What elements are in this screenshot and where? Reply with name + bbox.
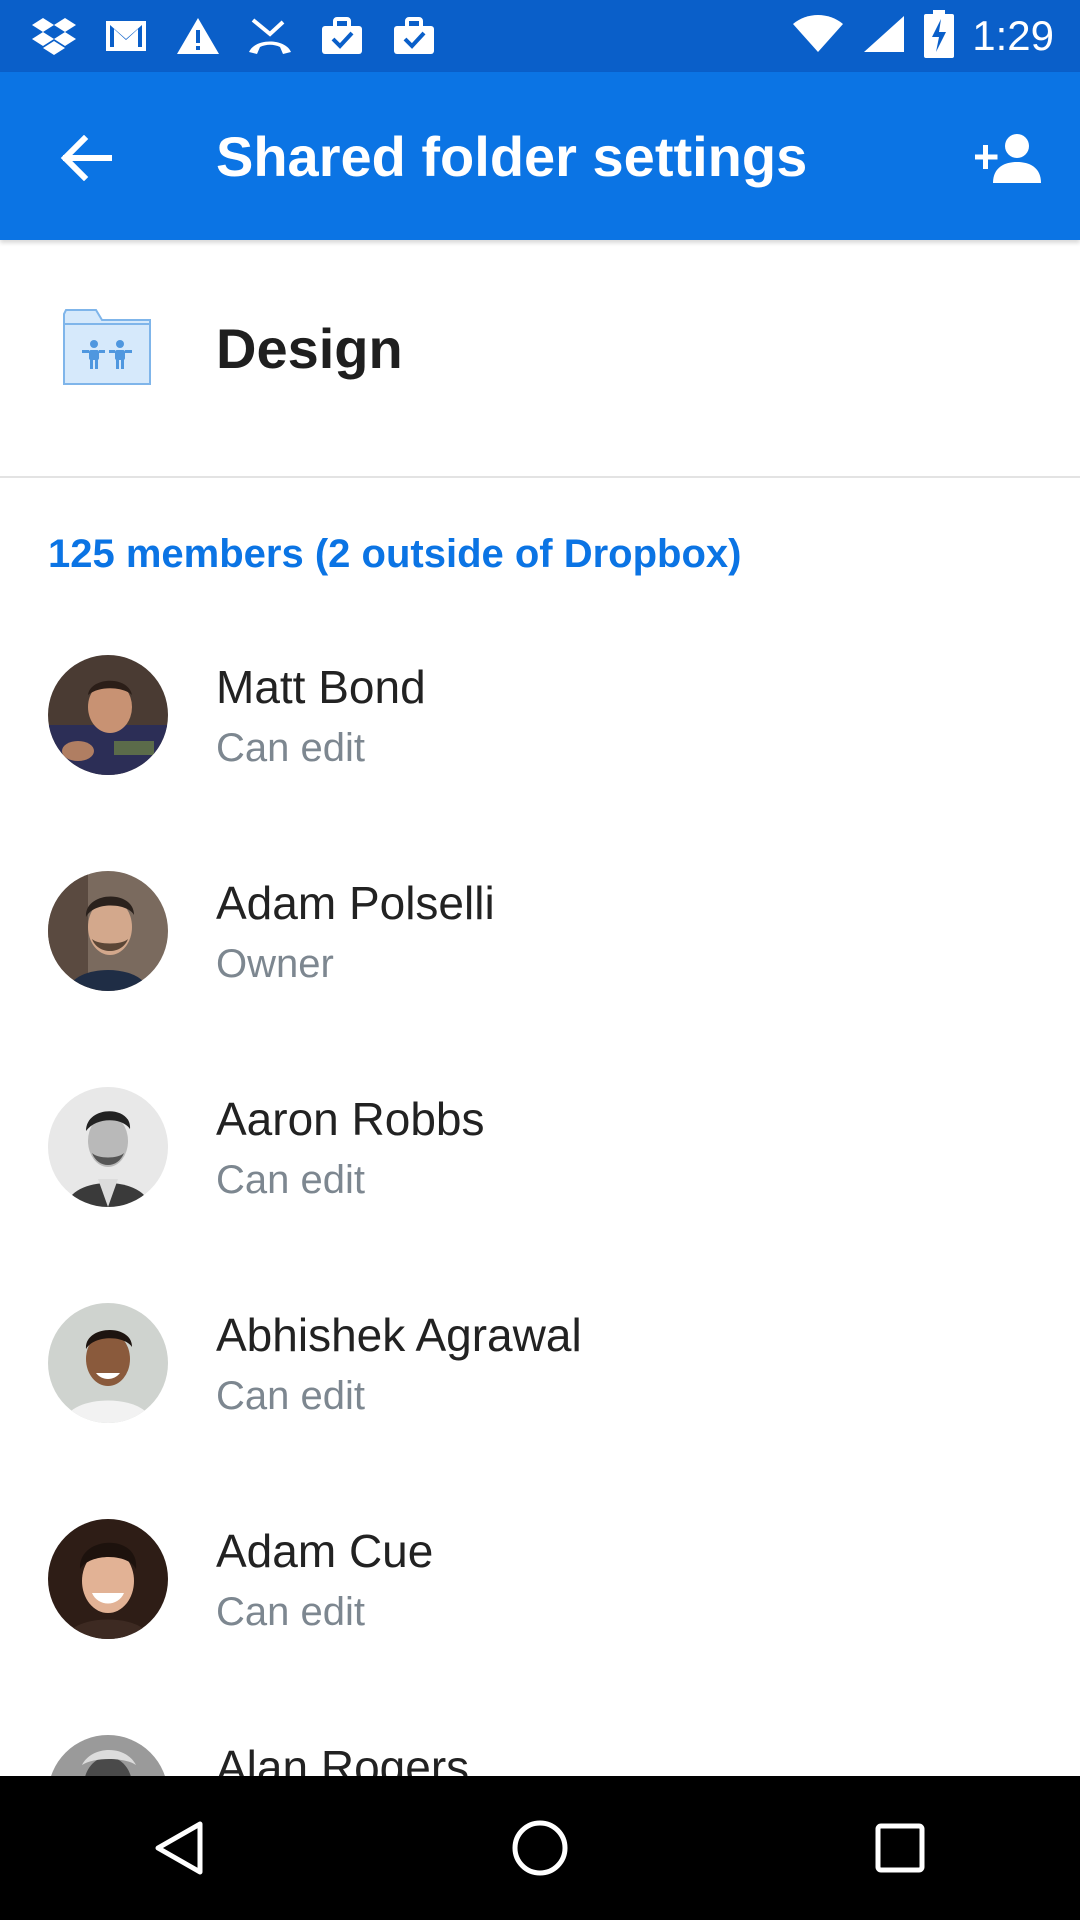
recents-square-icon [875, 1823, 925, 1873]
wifi-icon [792, 14, 844, 59]
dropbox-icon [30, 12, 78, 60]
warning-icon [174, 12, 222, 60]
add-person-icon [975, 134, 1041, 183]
screen: 1:29 Shared folder settings Design 125 m… [0, 0, 1080, 1920]
clock: 1:29 [972, 12, 1054, 59]
gmail-icon [102, 12, 150, 60]
folder-name: Design [216, 317, 403, 380]
home-circle-icon [512, 1820, 568, 1876]
back-triangle-icon [155, 1821, 203, 1875]
member-name: Aaron Robbs [216, 1093, 485, 1145]
member-name: Adam Cue [216, 1525, 434, 1577]
member-role: Can edit [216, 1374, 365, 1418]
list-item[interactable]: Matt Bond Can edit [0, 648, 1080, 864]
app-bar: Shared folder settings [0, 72, 1080, 240]
member-name: Abhishek Agrawal [216, 1309, 582, 1361]
avatar [48, 871, 168, 991]
nav-back-button[interactable] [125, 1793, 235, 1903]
back-button[interactable] [46, 118, 126, 198]
briefcase-check-icon [390, 12, 438, 60]
member-role: Owner [216, 942, 334, 986]
avatar [48, 655, 168, 775]
page-title: Shared folder settings [216, 125, 808, 188]
member-role: Can edit [216, 1590, 365, 1634]
add-member-button[interactable] [970, 118, 1050, 198]
avatar [48, 1087, 168, 1207]
list-item[interactable]: Abhishek Agrawal Can edit [0, 1296, 1080, 1512]
list-item[interactable]: Adam Cue Can edit [0, 1512, 1080, 1728]
signal-icon [862, 14, 906, 59]
briefcase-check-icon [318, 12, 366, 60]
avatar [48, 1519, 168, 1639]
member-name: Adam Polselli [216, 877, 495, 929]
status-bar: 1:29 [0, 0, 1080, 72]
members-count-link[interactable]: 125 members (2 outside of Dropbox) [48, 532, 741, 577]
avatar [48, 1303, 168, 1423]
arrow-back-icon [60, 135, 112, 181]
missed-call-icon [246, 12, 294, 60]
folder-header: Design [0, 240, 1080, 478]
list-item[interactable]: Aaron Robbs Can edit [0, 1080, 1080, 1296]
shared-folder-icon [62, 306, 152, 386]
nav-recents-button[interactable] [845, 1793, 955, 1903]
member-list: Matt Bond Can edit Adam Polselli Owner A… [0, 648, 1080, 1920]
system-status: 1:29 [792, 9, 1080, 63]
member-name: Matt Bond [216, 661, 426, 713]
notification-icons [0, 12, 438, 60]
nav-home-button[interactable] [485, 1793, 595, 1903]
member-role: Can edit [216, 1158, 365, 1202]
member-role: Can edit [216, 726, 365, 770]
list-item[interactable]: Adam Polselli Owner [0, 864, 1080, 1080]
system-nav-bar [0, 1776, 1080, 1920]
battery-charging-icon [924, 9, 955, 63]
